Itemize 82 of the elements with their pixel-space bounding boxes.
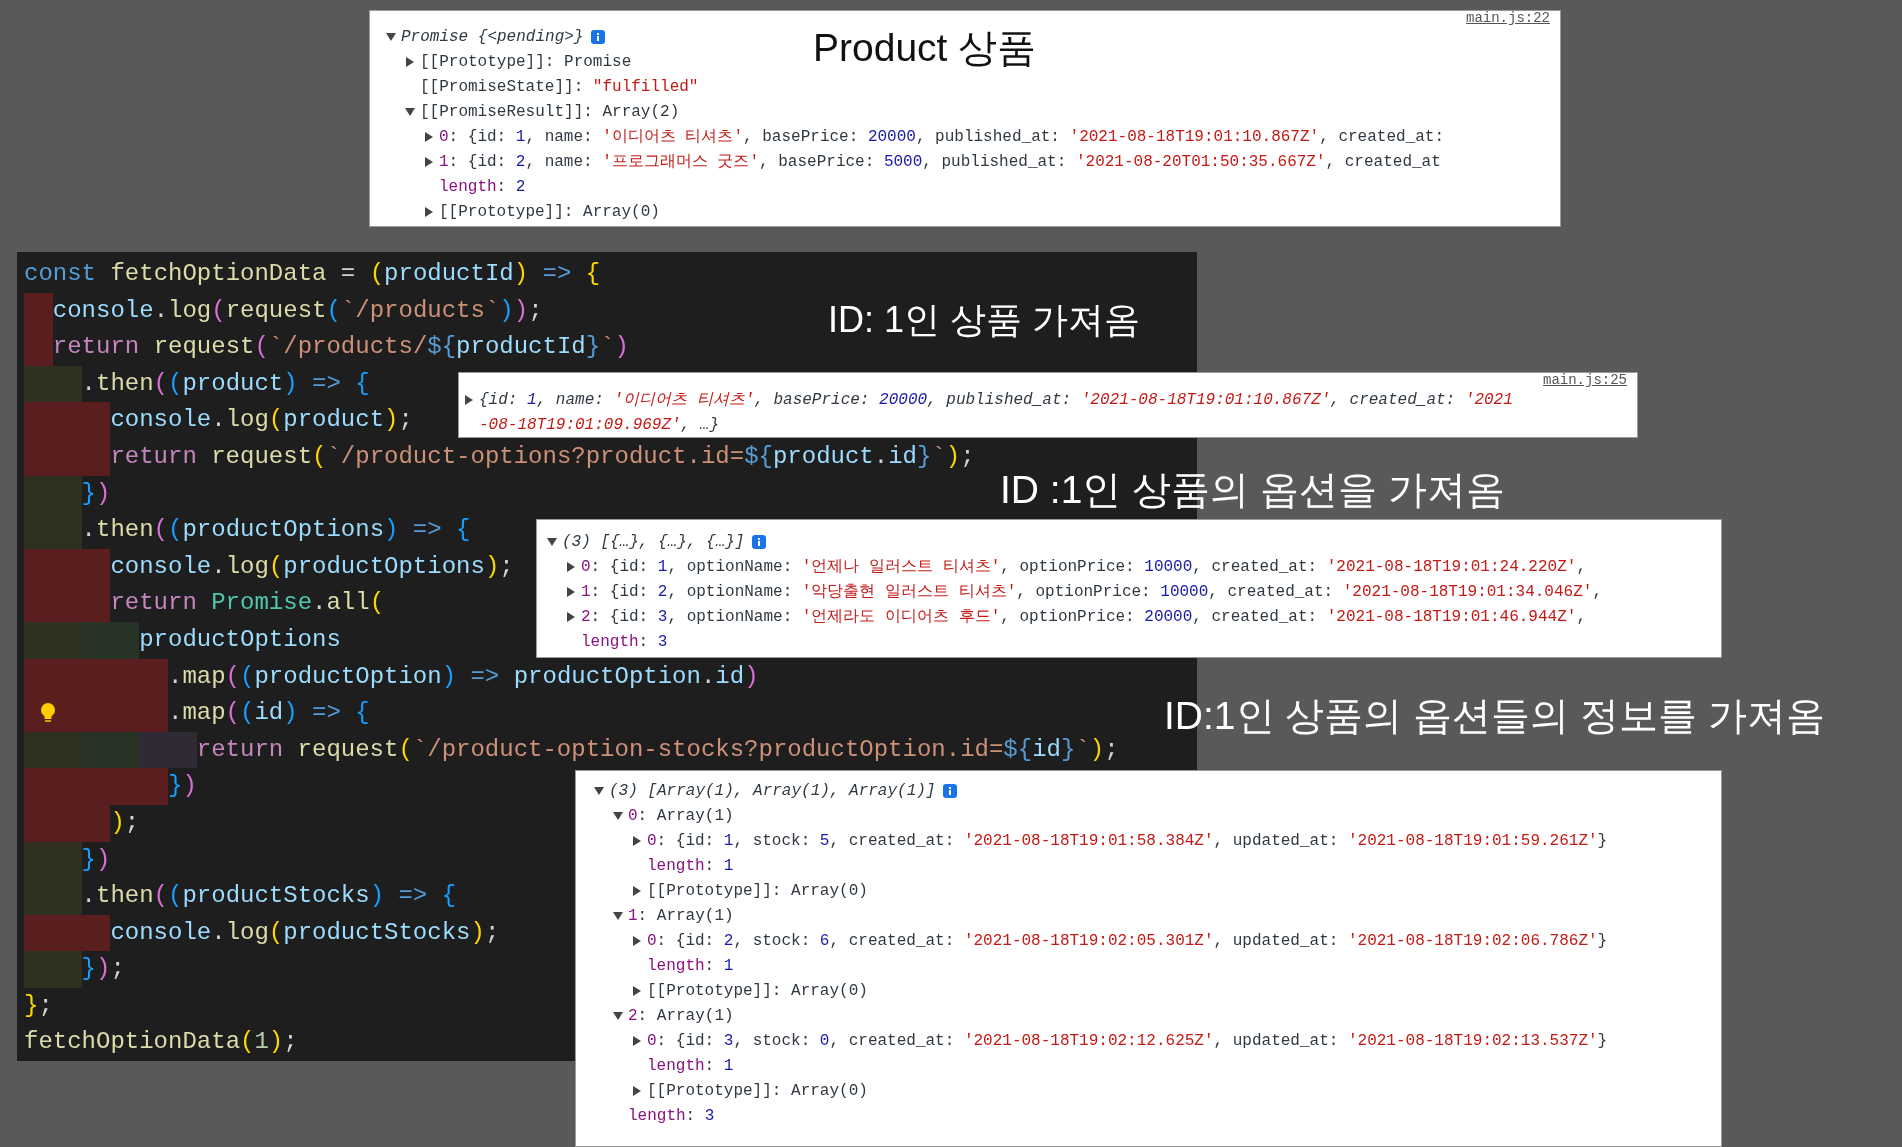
console-entry: 1: Array(1) [628,905,734,927]
triangle-right-icon[interactable] [633,935,641,946]
triangle-right-icon[interactable] [567,611,575,622]
code-line: .then((product) => { [81,368,370,399]
console-entry: 0: {id: 2, stock: 6, created_at: '2021-08-18T19:02:05.301Z', updated_at: '2021-08-18T19:02:06.786Z'} [647,930,1608,952]
console-entry: [[PromiseResult]]: Array(2) [420,101,680,123]
console-entry: Promise {<pending>} [401,26,584,48]
code-line: fetchOptionData(1); [24,1027,298,1058]
code-line: const fetchOptionData = (productId) => { [24,259,601,289]
console-entry: length: 1 [647,955,734,977]
code-line: .map((productOption) => productOption.id) [168,661,759,692]
triangle-right-icon[interactable] [633,885,641,896]
code-line: productOptions [139,624,341,655]
console-entry: 2: {id: 3, optionName: '언제라도 이디어츠 후드', optionPrice: 20000, created_at: '2021-08-18T19:01:46.944Z', [581,606,1586,628]
triangle-right-icon[interactable] [633,985,641,996]
console-entry: [[Prototype]]: Array(0) [647,1080,868,1102]
triangle-right-icon[interactable] [633,835,641,846]
source-link[interactable]: main.js:22 [1466,8,1550,29]
triangle-right-icon[interactable] [633,1035,641,1046]
info-icon[interactable] [591,29,606,44]
console-entry: [[Prototype]]: Array(0) [647,880,868,902]
triangle-right-icon[interactable] [465,394,473,405]
console-entry: 0: Array(1) [628,805,734,827]
slide-heading: ID :1인 상품의 옵션을 가져옴 [1000,470,1505,509]
code-line: console.log(request(`/products`)); [52,295,543,326]
console-entry: -08-18T19:01:09.969Z', …} [479,414,720,436]
triangle-down-icon[interactable] [613,1011,623,1020]
console-entry: [[Prototype]]: Promise [420,51,632,73]
triangle-right-icon[interactable] [567,586,575,597]
triangle-right-icon[interactable] [567,561,575,572]
code-line: console.log(productOptions); [110,551,514,582]
console-entry: (3) [{…}, {…}, {…}] [562,531,745,553]
code-line: }) [168,771,197,802]
code-line: .then((productOptions) => { [81,515,471,546]
console-entry: length: 2 [439,176,526,198]
triangle-down-icon[interactable] [613,811,623,820]
code-line: .map((id) => { [168,698,370,729]
triangle-down-icon[interactable] [547,537,557,546]
triangle-right-icon[interactable] [425,156,433,167]
console-entry: length: 1 [647,1055,734,1077]
triangle-down-icon[interactable] [386,32,396,41]
code-line: }; [24,990,53,1021]
triangle-right-icon[interactable] [425,131,433,142]
code-line: console.log(product); [110,405,413,436]
console-entry: 1: {id: 2, optionName: '악당출현 일러스트 티셔츠', optionPrice: 10000, created_at: '2021-08-18T19:01:34.046Z', [581,581,1602,603]
code-line: .then((productStocks) => { [81,881,457,912]
console-entry: length: 1 [647,855,734,877]
info-icon[interactable] [943,783,958,798]
console-entry: 0: {id: 1, stock: 5, created_at: '2021-08-18T19:01:58.384Z', updated_at: '2021-08-18T19:01:59.261Z'} [647,830,1608,852]
console-entry: (3) [Array(1), Array(1), Array(1)] [609,780,936,802]
console-entry: 1: {id: 2, name: '프로그래머스 굿즈', basePrice: 5000, published_at: '2021-08-20T01:50:35.667Z', created_at [439,151,1441,173]
code-line: }) [81,844,111,875]
code-line: }) [81,478,111,509]
triangle-right-icon[interactable] [406,56,414,67]
console-entry: length: 3 [581,631,668,653]
info-icon[interactable] [752,534,767,549]
triangle-down-icon[interactable] [594,786,604,795]
console-entry: 0: {id: 1, optionName: '언제나 일러스트 티셔츠', optionPrice: 10000, created_at: '2021-08-18T19:01:24.220Z', [581,556,1586,578]
console-entry: 2: Array(1) [628,1005,734,1027]
console-entry: {id: 1, name: '이디어츠 티셔츠', basePrice: 20000, published_at: '2021-08-18T19:01:10.867Z', created_at: '2021 [479,389,1513,411]
code-line: ); [110,807,140,838]
triangle-right-icon[interactable] [633,1085,641,1096]
code-line: return Promise.all( [110,588,385,619]
code-line: return request(`/product-option-stocks?productOption.id=${id}`); [196,734,1119,765]
console-entry: [[Prototype]]: Array(0) [439,201,660,223]
code-line: }); [81,954,125,985]
triangle-down-icon[interactable] [613,911,623,920]
console-entry: [[PromiseState]]: "fulfilled" [420,76,699,98]
console-entry: 0: {id: 3, stock: 0, created_at: '2021-08-18T19:02:12.625Z', updated_at: '2021-08-18T19:02:13.537Z'} [647,1030,1608,1052]
code-line: console.log(productStocks); [110,917,500,948]
console-entry: [[Prototype]]: Array(0) [647,980,868,1002]
console-entry: 0: {id: 1, name: '이디어츠 티셔츠', basePrice: 20000, published_at: '2021-08-18T19:01:10.867Z', created_at: [439,126,1444,148]
slide-heading: Product 상품 [813,28,1037,67]
lightbulb-icon[interactable] [40,702,56,725]
triangle-down-icon[interactable] [405,107,415,116]
slide-heading: ID:1인 상품의 옵션들의 정보를 가져옴 [1164,696,1825,735]
code-line: return request(`/products/${productId}`) [52,332,629,363]
triangle-right-icon[interactable] [425,206,433,217]
code-line: return request(`/product-options?product.id=${product.id}`); [110,441,975,472]
source-link[interactable]: main.js:25 [1543,370,1627,391]
slide-heading: ID: 1인 상품 가져옴 [828,302,1141,338]
console-entry: length: 3 [628,1105,715,1127]
